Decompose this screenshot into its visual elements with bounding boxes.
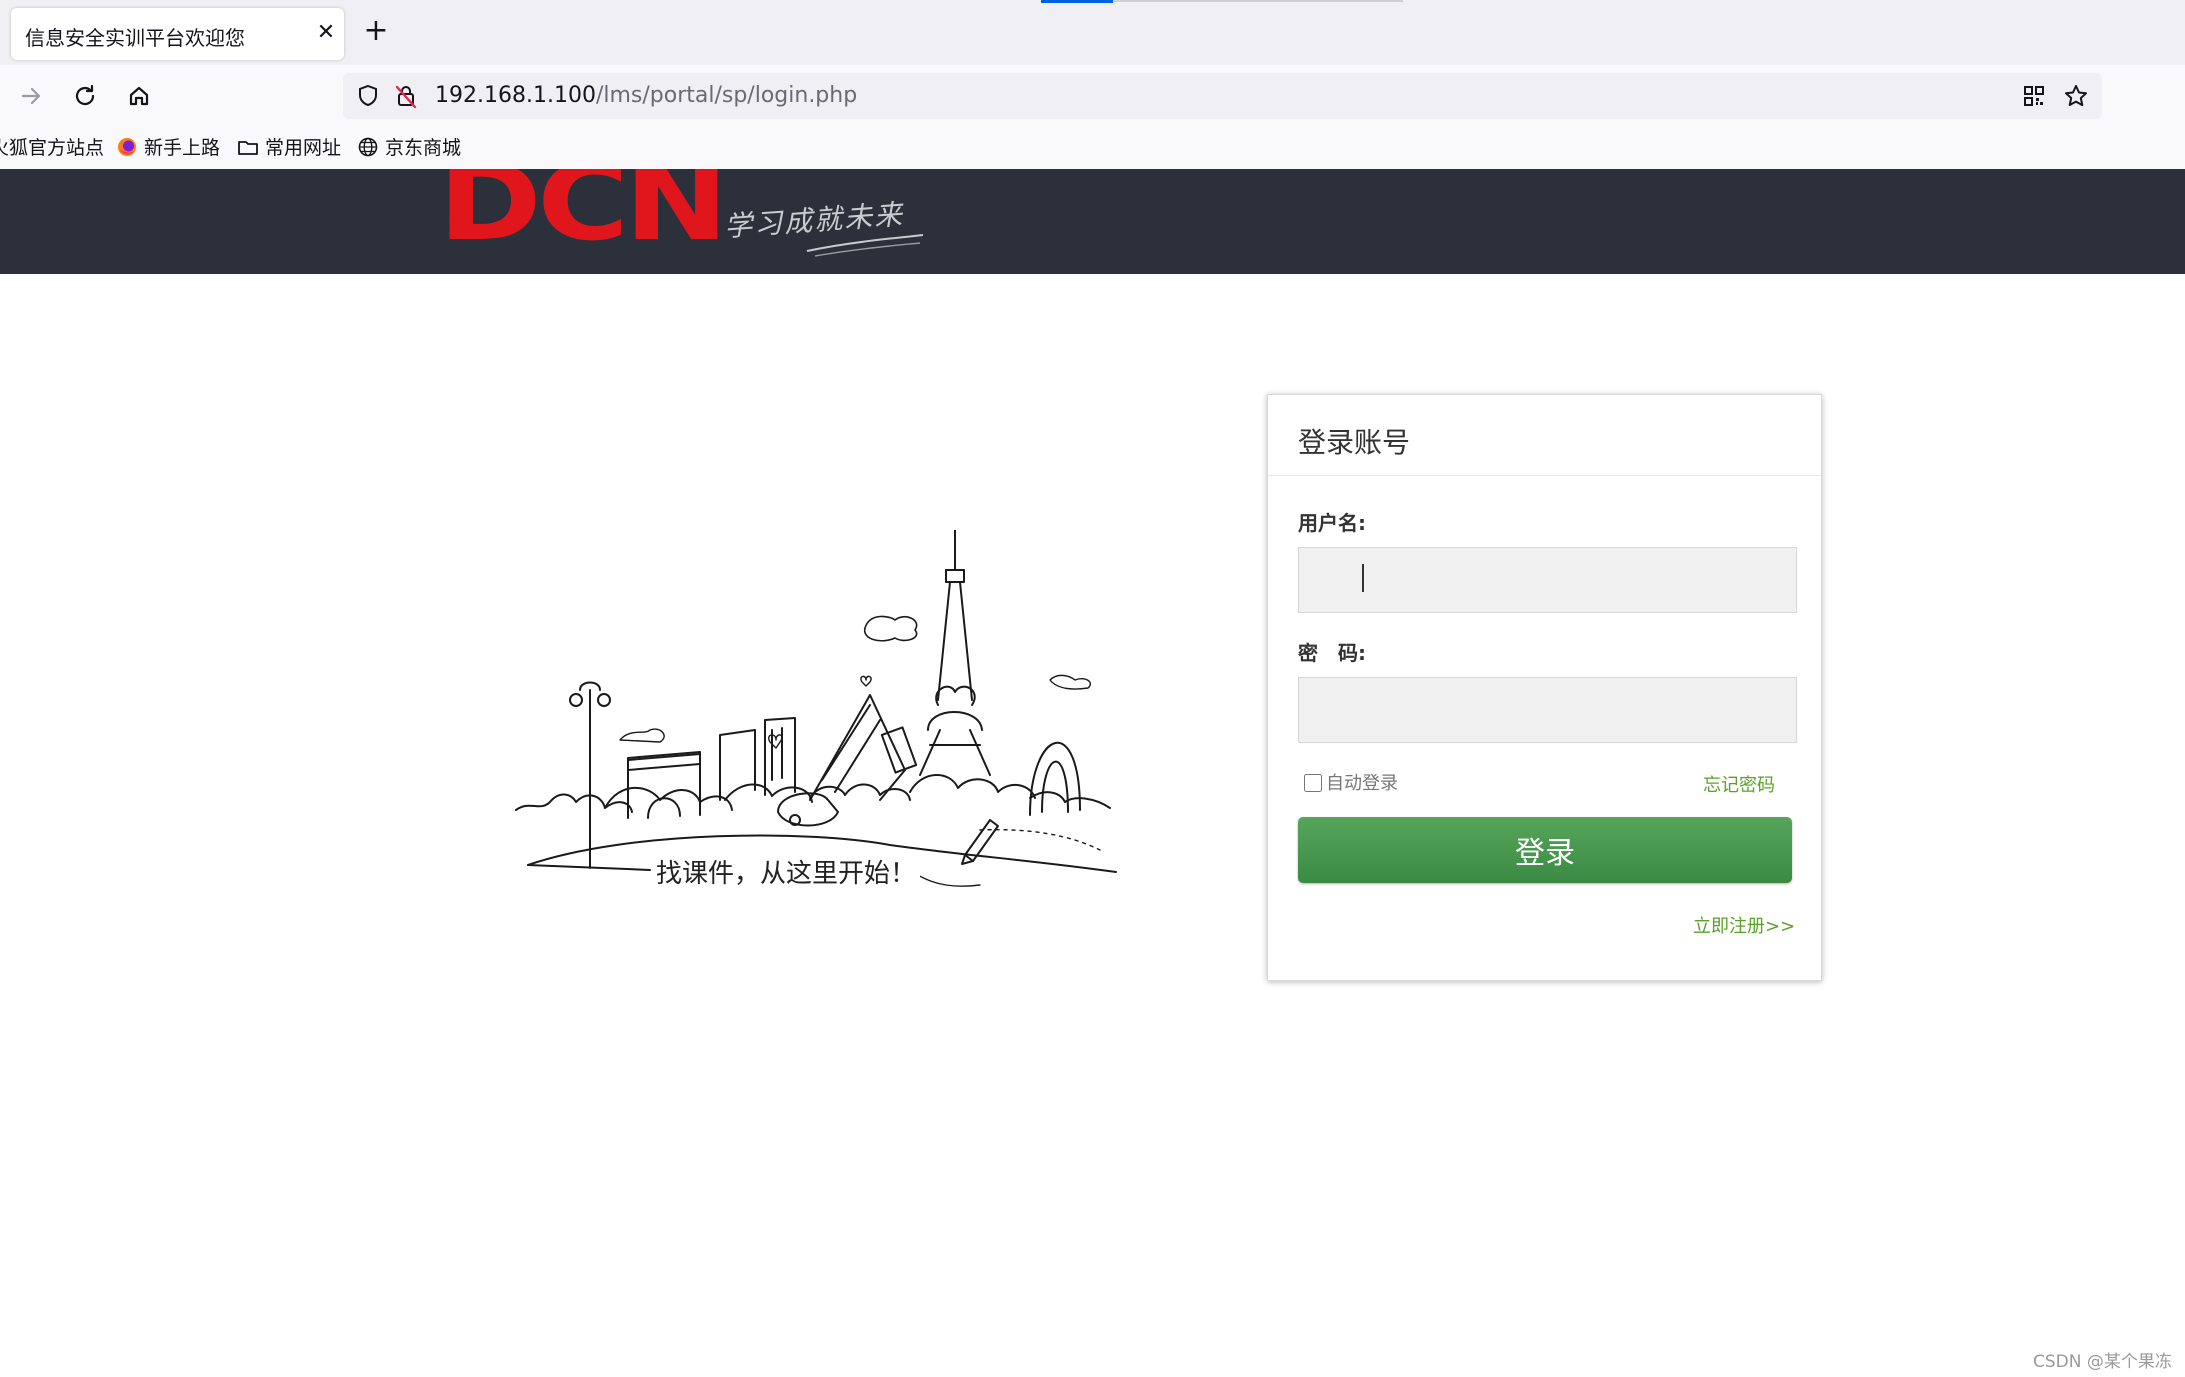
logo-text: DCN (438, 169, 729, 264)
auto-login-label: 自动登录 (1326, 773, 1398, 794)
url-host: 192.168.1.100 (435, 83, 596, 108)
star-icon[interactable] (2061, 81, 2091, 111)
forgot-password-link[interactable]: 忘记密码 (1703, 771, 1775, 797)
bookmark-item[interactable]: 常用网址 (237, 135, 341, 161)
auto-login-checkbox[interactable] (1304, 774, 1322, 792)
illustration-caption: 找课件，从这里开始！ (652, 853, 921, 890)
text-caret (1362, 564, 1364, 592)
qr-code-icon[interactable] (2019, 81, 2049, 111)
shield-icon[interactable] (353, 81, 383, 111)
tab-strip: 信息安全实训平台欢迎您 ✕ + (0, 0, 2185, 65)
dcn-logo[interactable]: DCN (438, 169, 729, 271)
tab-indicator (1041, 0, 1113, 3)
site-header: DCN 学习成就未来 (0, 169, 2185, 274)
arrow-right-icon[interactable] (12, 77, 50, 115)
city-illustration (510, 529, 1120, 900)
tab-indicator-track (1113, 0, 1403, 2)
plus-icon[interactable]: + (360, 15, 392, 47)
login-panel: 登录账号 用户名: 密 码: 自动登录 忘记密码 登录 立即注册>> (1267, 394, 1822, 981)
bookmark-item[interactable]: 新手上路 (116, 135, 220, 161)
auto-login-option[interactable]: 自动登录 (1304, 773, 1398, 795)
url-text[interactable]: 192.168.1.100/lms/portal/sp/login.php (435, 82, 857, 110)
reload-icon[interactable] (66, 77, 104, 115)
browser-tab[interactable]: 信息安全实训平台欢迎您 ✕ (11, 8, 344, 60)
register-link[interactable]: 立即注册>> (1693, 912, 1795, 938)
bookmarks-toolbar: 火狐官方站点 新手上路 常用网址 京东商城 (0, 127, 2185, 169)
login-button[interactable]: 登录 (1298, 817, 1792, 883)
bookmark-label: 新手上路 (144, 137, 221, 159)
insecure-lock-icon[interactable] (391, 81, 421, 111)
tab-title: 信息安全实训平台欢迎您 (25, 26, 245, 50)
address-bar[interactable]: 192.168.1.100/lms/portal/sp/login.php (343, 73, 2102, 119)
firefox-icon (116, 136, 138, 158)
bookmark-label: 常用网址 (265, 137, 342, 159)
globe-icon (357, 136, 379, 158)
url-path: /lms/portal/sp/login.php (595, 83, 858, 108)
bookmark-label: 京东商城 (385, 137, 462, 159)
username-label: 用户名: (1298, 511, 1366, 535)
login-title: 登录账号 (1298, 426, 1411, 459)
password-input[interactable] (1298, 677, 1797, 743)
bookmark-item[interactable]: 京东商城 (357, 135, 461, 161)
panel-divider (1268, 475, 1821, 476)
slogan-swoosh (806, 234, 924, 257)
close-icon[interactable]: ✕ (313, 20, 339, 46)
username-input[interactable] (1298, 547, 1797, 613)
nav-toolbar: 192.168.1.100/lms/portal/sp/login.php (0, 65, 2185, 127)
watermark: CSDN @某个果冻 (2033, 1352, 2172, 1372)
password-label: 密 码: (1298, 641, 1366, 665)
home-icon[interactable] (120, 77, 158, 115)
folder-icon (237, 136, 259, 158)
bookmark-item[interactable]: 火狐官方站点 (0, 135, 104, 161)
bookmark-label: 火狐官方站点 (0, 137, 105, 159)
